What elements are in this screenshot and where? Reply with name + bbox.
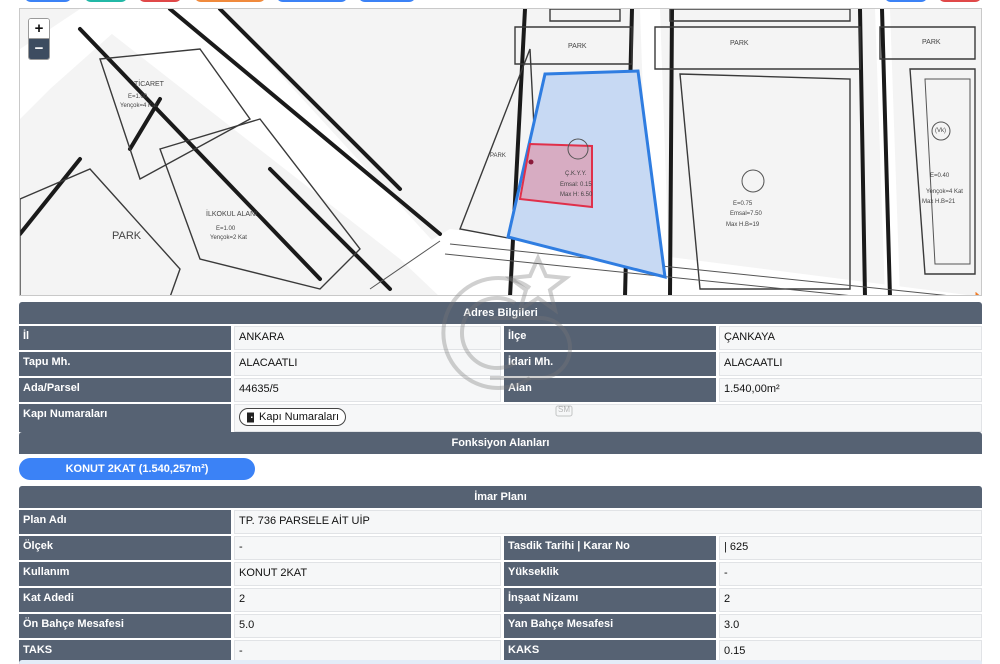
toolbar-button[interactable] [84,0,128,2]
kapi-label: Kapı Numaraları [19,404,231,432]
zoning-plan-section: İmar Planı Plan Adı TP. 736 PARSELE AİT … [19,486,982,664]
svg-text:Emsal=7.50: Emsal=7.50 [730,211,763,217]
map-label-ilkokul: İLKOKUL ALANI [206,211,258,218]
ada-parsel-label: Ada/Parsel [19,378,231,402]
svg-text:Max H.B=21: Max H.B=21 [922,199,956,205]
svg-text:E=1.00: E=1.00 [128,94,148,100]
zoom-in-button[interactable]: + [29,19,49,39]
kullanim-value: KONUT 2KAT [234,562,501,586]
map-label-park: PARK [112,230,142,242]
svg-text:E=1.00: E=1.00 [216,226,236,232]
yan-bahce-value: 3.0 [719,614,982,638]
function-areas-section: Fonksiyon Alanları [19,432,982,454]
yan-bahce-label: Yan Bahçe Mesafesi [504,614,716,638]
map-label-park: PARK [730,40,749,47]
map-label-vk: (Vk) [935,128,946,134]
alan-value: 1.540,00m² [719,378,982,402]
door-icon [247,412,254,422]
address-section: Adres Bilgileri İl ANKARA İlçe ÇANKAYA T… [19,302,982,432]
map-label-park: PARK [568,43,587,50]
toolbar-button[interactable] [276,0,348,2]
ada-parsel-value: 44635/5 [234,378,501,402]
insaat-nizami-label: İnşaat Nizamı [504,588,716,612]
on-bahce-label: Ön Bahçe Mesafesi [19,614,231,638]
section-title: Fonksiyon Alanları [19,432,982,454]
konut-area-pill[interactable]: KONUT 2KAT (1.540,257m²) [19,458,255,480]
map-label-park: PARK [922,39,941,46]
toolbar-button[interactable] [938,0,982,2]
toolbar-button[interactable] [358,0,416,2]
svg-text:Max H: 6.50: Max H: 6.50 [560,192,593,198]
toolbar-button[interactable] [884,0,928,2]
svg-text:Ç.K.Y.Y.: Ç.K.Y.Y. [565,171,587,177]
next-section-strip [19,660,982,664]
zoom-control: + − [28,18,50,60]
svg-text:Yençok=4 Kat: Yençok=4 Kat [926,189,963,195]
idari-value: ALACAATLI [719,352,982,376]
yukseklik-label: Yükseklik [504,562,716,586]
svg-text:Emsal: 0.15: Emsal: 0.15 [560,182,592,188]
alan-label: Alan [504,378,716,402]
tapu-value: ALACAATLI [234,352,501,376]
tapu-label: Tapu Mh. [19,352,231,376]
il-label: İl [19,326,231,350]
tasdik-value: | 625 [719,536,982,560]
on-bahce-value: 5.0 [234,614,501,638]
svg-text:E=0.75: E=0.75 [733,201,753,207]
yukseklik-value: - [719,562,982,586]
toolbar-button[interactable] [24,0,72,2]
kapi-value: Kapı Numaraları [234,404,982,432]
toolbar-button[interactable] [138,0,182,2]
kat-adedi-label: Kat Adedi [19,588,231,612]
map-label-park: PARK [490,153,506,159]
parcel-map[interactable]: + − Ç.K.Y.Y. Emsal: 0.15 Max H: 6.50 E=0… [19,8,982,296]
ilce-value: ÇANKAYA [719,326,982,350]
plan-adi-value: TP. 736 PARSELE AİT UİP [234,510,982,534]
olcek-label: Ölçek [19,536,231,560]
ilce-label: İlçe [504,326,716,350]
kat-adedi-value: 2 [234,588,501,612]
idari-label: İdari Mh. [504,352,716,376]
svg-text:Yençok=2 Kat: Yençok=2 Kat [210,235,247,241]
kapi-numaralari-button[interactable]: Kapı Numaraları [239,408,347,426]
insaat-nizami-value: 2 [719,588,982,612]
zoom-out-button[interactable]: − [29,39,49,59]
map-label-ticaret: TİCARET [134,81,164,88]
section-title: İmar Planı [19,486,982,508]
toolbar-button[interactable] [194,0,266,2]
svg-text:Yençok=4 Kat: Yençok=4 Kat [120,103,157,109]
plan-adi-label: Plan Adı [19,510,231,534]
tasdik-label: Tasdik Tarihi | Karar No [504,536,716,560]
section-title: Adres Bilgileri [19,302,982,324]
top-toolbar [0,0,1000,6]
svg-text:Max H.B=19: Max H.B=19 [726,222,760,228]
il-value: ANKARA [234,326,501,350]
kapi-button-label: Kapı Numaraları [259,411,340,423]
olcek-value: - [234,536,501,560]
kullanim-label: Kullanım [19,562,231,586]
svg-text:E=0.40: E=0.40 [930,173,950,179]
